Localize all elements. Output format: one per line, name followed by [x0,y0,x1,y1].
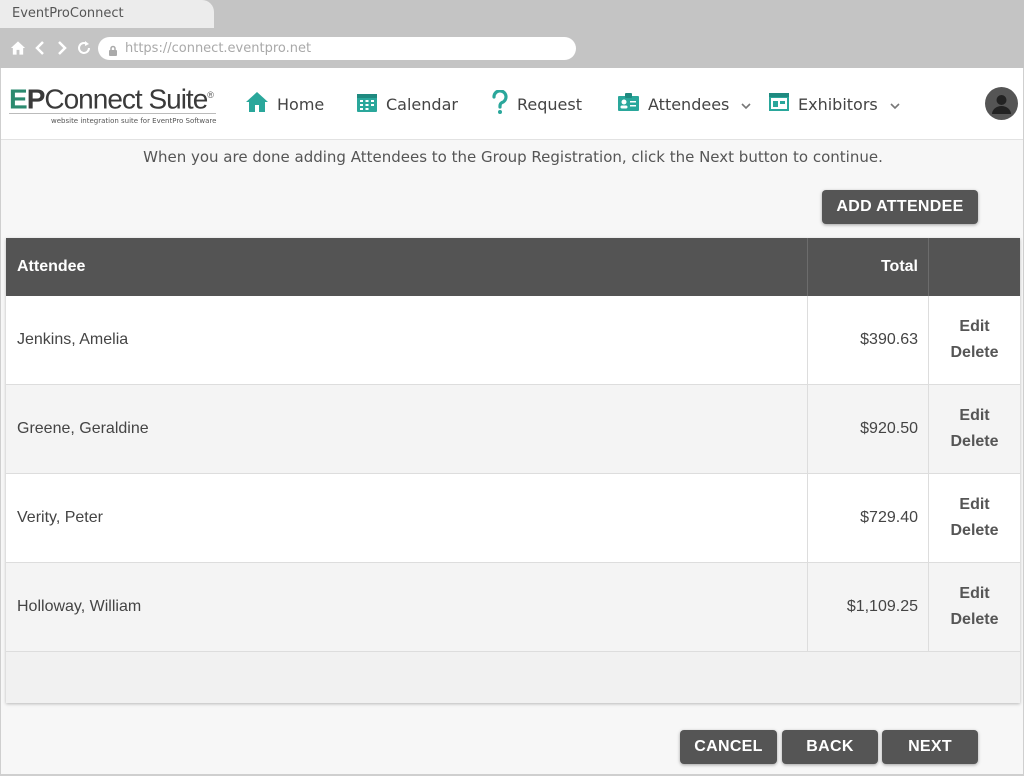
browser-toolbar: https://connect.eventpro.net [0,28,1024,68]
attendee-name: Greene, Geraldine [17,420,149,437]
logo-wordmark: Connect Suite [44,83,208,115]
logo-tagline: website integration suite for EventPro S… [51,117,217,125]
page: EPConnect Suite® website integration sui… [0,68,1024,776]
forward-icon[interactable] [54,40,70,56]
add-attendee-button[interactable]: ADD ATTENDEE [822,190,978,224]
question-icon [491,89,509,118]
user-avatar-icon[interactable] [985,87,1018,120]
attendee-total: $1,109.25 [807,563,928,651]
logo-letter-p: P [26,83,46,115]
delete-link[interactable]: Delete [950,344,998,362]
column-header-actions [928,238,1020,296]
nav-home[interactable]: Home [245,68,324,140]
column-header-attendee: Attendee [17,258,86,275]
url-bar[interactable]: https://connect.eventpro.net [98,37,576,60]
row-actions: Edit Delete [928,296,1020,384]
edit-link[interactable]: Edit [959,585,989,603]
attendee-name: Holloway, William [17,598,142,615]
browser-tab[interactable]: EventProConnect [0,0,214,28]
back-icon[interactable] [32,40,48,56]
chevron-down-icon [741,95,751,114]
table-row: Jenkins, Amelia $390.63 Edit Delete [6,296,1020,385]
table-header: Attendee Total [6,238,1020,296]
delete-link[interactable]: Delete [950,522,998,540]
site-header: EPConnect Suite® website integration sui… [1,68,1023,140]
table-row: Holloway, William $1,109.25 Edit Delete [6,563,1020,652]
delete-link[interactable]: Delete [950,611,998,629]
attendee-total: $920.50 [807,385,928,473]
attendees-icon [617,92,640,116]
back-button[interactable]: BACK [782,730,878,764]
logo-divider [9,113,216,114]
calendar-icon [356,91,378,117]
instructions-text: When you are done adding Attendees to th… [143,148,883,166]
attendee-total: $729.40 [807,474,928,562]
home-icon [245,91,269,117]
table-row: Greene, Geraldine $920.50 Edit Delete [6,385,1020,474]
reload-icon[interactable] [76,40,92,56]
table-row: Verity, Peter $729.40 Edit Delete [6,474,1020,563]
edit-link[interactable]: Edit [959,318,989,336]
nav-calendar[interactable]: Calendar [356,68,458,140]
nav-attendees-label: Attendees [648,94,730,114]
edit-link[interactable]: Edit [959,496,989,514]
row-actions: Edit Delete [928,563,1020,651]
delete-link[interactable]: Delete [950,433,998,451]
row-actions: Edit Delete [928,474,1020,562]
lock-icon [108,42,118,65]
nav-request[interactable]: Request [491,68,582,140]
exhibitors-icon [768,92,790,116]
attendee-name: Jenkins, Amelia [17,331,129,348]
column-header-total: Total [807,238,928,296]
cancel-button[interactable]: CANCEL [680,730,777,764]
logo-letter-e: E [9,83,28,115]
url-text: https://connect.eventpro.net [125,41,312,56]
nav-home-label: Home [277,94,325,114]
nav-request-label: Request [517,94,582,114]
nav-exhibitors-label: Exhibitors [798,94,878,114]
attendee-total: $390.63 [807,296,928,384]
epconnect-suite-logo[interactable]: EPConnect Suite® website integration sui… [9,80,219,130]
attendee-table: Attendee Total Jenkins, Amelia $390.63 E… [6,238,1020,703]
nav-calendar-label: Calendar [386,94,458,114]
nav-attendees[interactable]: Attendees [617,68,751,140]
attendee-name: Verity, Peter [17,509,103,526]
edit-link[interactable]: Edit [959,407,989,425]
home-icon[interactable] [10,40,26,56]
chevron-down-icon [890,95,900,114]
row-actions: Edit Delete [928,385,1020,473]
next-button[interactable]: NEXT [882,730,978,764]
nav-exhibitors[interactable]: Exhibitors [768,68,900,140]
logo-registered-mark: ® [207,90,214,100]
